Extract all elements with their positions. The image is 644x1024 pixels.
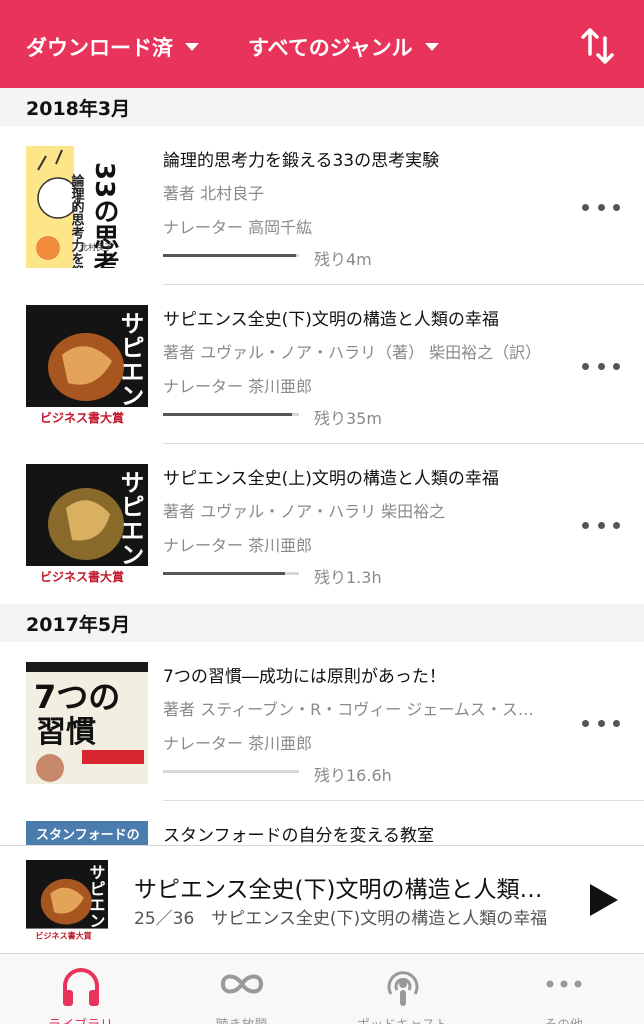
tab-more-label: その他 xyxy=(483,1014,644,1024)
dot xyxy=(597,362,605,370)
more-options-button[interactable] xyxy=(582,359,620,373)
sort-arrows-icon xyxy=(581,28,614,64)
dot xyxy=(597,203,605,211)
book-author: 著者 北村良子 xyxy=(163,184,265,203)
library-list[interactable]: 2018年3月 論理的思考力を鍛える 33の思考実験 北村良子 論理的思考力を鍛… xyxy=(0,88,644,845)
book-cover-sapiens-upper: サピエンス ビジネス書大賞 xyxy=(26,464,148,586)
dot xyxy=(613,203,620,211)
book-cover-stanford: スタンフォードの xyxy=(26,821,148,845)
dot xyxy=(613,521,620,529)
book-narrator: ナレーター 茶川亜郎 xyxy=(163,536,313,555)
dot xyxy=(613,362,620,370)
tab-library[interactable]: ライブラリ xyxy=(0,954,161,1024)
time-remaining: 残り4m xyxy=(314,250,372,269)
book-cover-logic-thinking: 論理的思考力を鍛える 33の思考実験 北村良子 xyxy=(26,146,148,268)
book-title: サピエンス全史(下)文明の構造と人類の幸福 xyxy=(163,310,499,330)
listening-progress-bar xyxy=(163,770,299,773)
genre-filter-label: すべてのジャンル xyxy=(248,36,413,60)
listening-progress-bar xyxy=(163,254,299,257)
bottom-tab-bar: ライブラリ 聴き放題 ポッドキャスト その他 xyxy=(0,953,644,1024)
now-playing-cover: サピエンス ビジネス書大賞 xyxy=(26,860,108,942)
chevron-down-icon xyxy=(185,43,199,51)
book-narrator: ナレーター 高岡千紘 xyxy=(163,218,313,237)
tab-podcast[interactable]: ポッドキャスト xyxy=(322,954,483,1024)
listening-progress-fill xyxy=(163,413,293,416)
infinity-icon xyxy=(220,974,263,994)
book-author: 著者 ユヴァル・ノア・ハラリ（著） 柴田裕之（訳） xyxy=(163,343,542,362)
genre-filter-dropdown[interactable]: すべてのジャンル xyxy=(248,30,439,64)
dot xyxy=(582,521,589,529)
section-header-2017-05: 2017年5月 xyxy=(0,604,644,642)
book-narrator: ナレーター 茶川亜郎 xyxy=(163,734,313,753)
svg-text:スタンフォードの: スタンフォードの xyxy=(36,828,140,843)
mini-player[interactable]: サピエンス ビジネス書大賞 サピエンス全史(下)文明の構造と人類の幸福 25／3… xyxy=(0,845,644,953)
svg-text:ビジネス書大賞: ビジネス書大賞 xyxy=(40,569,124,584)
downloaded-filter-dropdown[interactable]: ダウンロード済 xyxy=(26,30,199,64)
listening-progress-fill xyxy=(163,254,297,257)
book-title: 7つの習慣―成功には原則があった！ xyxy=(163,667,446,687)
dot xyxy=(582,719,589,727)
now-playing-title: サピエンス全史(下)文明の構造と人類の幸福 xyxy=(134,877,554,903)
tab-unlimited[interactable]: 聴き放題 xyxy=(161,954,322,1024)
svg-text:7つの: 7つの xyxy=(34,678,120,716)
more-dots-icon xyxy=(546,980,581,988)
book-row[interactable]: サピエンス ビジネス書大賞 サピエンス全史(下)文明の構造と人類の幸福 著者 ユ… xyxy=(0,285,644,444)
more-options-button[interactable] xyxy=(582,518,620,532)
dot xyxy=(597,521,605,529)
more-options-button[interactable] xyxy=(582,200,620,214)
book-narrator: ナレーター 茶川亜郎 xyxy=(163,377,313,396)
tab-library-label: ライブラリ xyxy=(0,1014,161,1024)
sort-button[interactable] xyxy=(578,24,618,68)
book-row[interactable]: 7つの 習慣 7つの習慣―成功には原則があった！ 著者 スティーブン・R・コヴィ… xyxy=(0,642,644,801)
svg-text:ビジネス書大賞: ビジネス書大賞 xyxy=(40,410,124,425)
dot xyxy=(582,362,589,370)
book-author: 著者 スティーブン・R・コヴィー ジェームス・スキナー xyxy=(163,700,543,719)
play-button[interactable] xyxy=(586,882,620,918)
dot xyxy=(597,719,605,727)
svg-text:ビジネス書大賞: ビジネス書大賞 xyxy=(35,931,91,941)
dot xyxy=(582,203,589,211)
time-remaining: 残り1.3h xyxy=(314,568,382,587)
more-options-button[interactable] xyxy=(582,716,620,730)
svg-text:北村良子: 北村良子 xyxy=(80,242,112,252)
svg-text:習慣: 習慣 xyxy=(36,715,96,750)
tab-unlimited-label: 聴き放題 xyxy=(161,1014,322,1024)
chevron-down-icon xyxy=(424,43,439,51)
play-icon xyxy=(590,884,618,916)
listening-progress-fill xyxy=(163,572,286,575)
dot xyxy=(613,719,620,727)
book-title: 論理的思考力を鍛える33の思考実験 xyxy=(163,151,440,171)
headphones-icon xyxy=(62,968,99,1006)
listening-progress-bar xyxy=(163,413,299,416)
book-row[interactable]: サピエンス ビジネス書大賞 サピエンス全史(上)文明の構造と人類の幸福 著者 ユ… xyxy=(0,444,644,604)
svg-text:33の思考実験: 33の思考実験 xyxy=(89,162,119,268)
podcast-icon xyxy=(387,971,418,1006)
book-row[interactable]: スタンフォードの スタンフォードの自分を変える教室 xyxy=(0,801,644,845)
book-title: スタンフォードの自分を変える教室 xyxy=(163,826,434,845)
svg-text:論理的思考力を鍛える: 論理的思考力を鍛える xyxy=(69,173,85,268)
book-cover-seven-habits: 7つの 習慣 xyxy=(26,662,148,784)
now-playing-chapter: 25／36 サピエンス全史(下)文明の構造と人類の幸福 xyxy=(134,909,548,929)
downloaded-filter-label: ダウンロード済 xyxy=(26,36,173,60)
time-remaining: 残り35m xyxy=(314,409,382,428)
book-author: 著者 ユヴァル・ノア・ハラリ 柴田裕之 xyxy=(163,502,446,521)
book-title: サピエンス全史(上)文明の構造と人類の幸福 xyxy=(163,469,499,489)
book-cover-sapiens-lower: サピエンス ビジネス書大賞 xyxy=(26,305,148,427)
section-header-2018-03: 2018年3月 xyxy=(0,88,644,126)
time-remaining: 残り16.6h xyxy=(314,766,392,785)
book-row[interactable]: 論理的思考力を鍛える 33の思考実験 北村良子 論理的思考力を鍛える33の思考実… xyxy=(0,126,644,285)
top-bar: ダウンロード済 すべてのジャンル xyxy=(0,0,644,88)
listening-progress-bar xyxy=(163,572,299,575)
tab-podcast-label: ポッドキャスト xyxy=(322,1014,483,1024)
tab-more[interactable]: その他 xyxy=(483,954,644,1024)
